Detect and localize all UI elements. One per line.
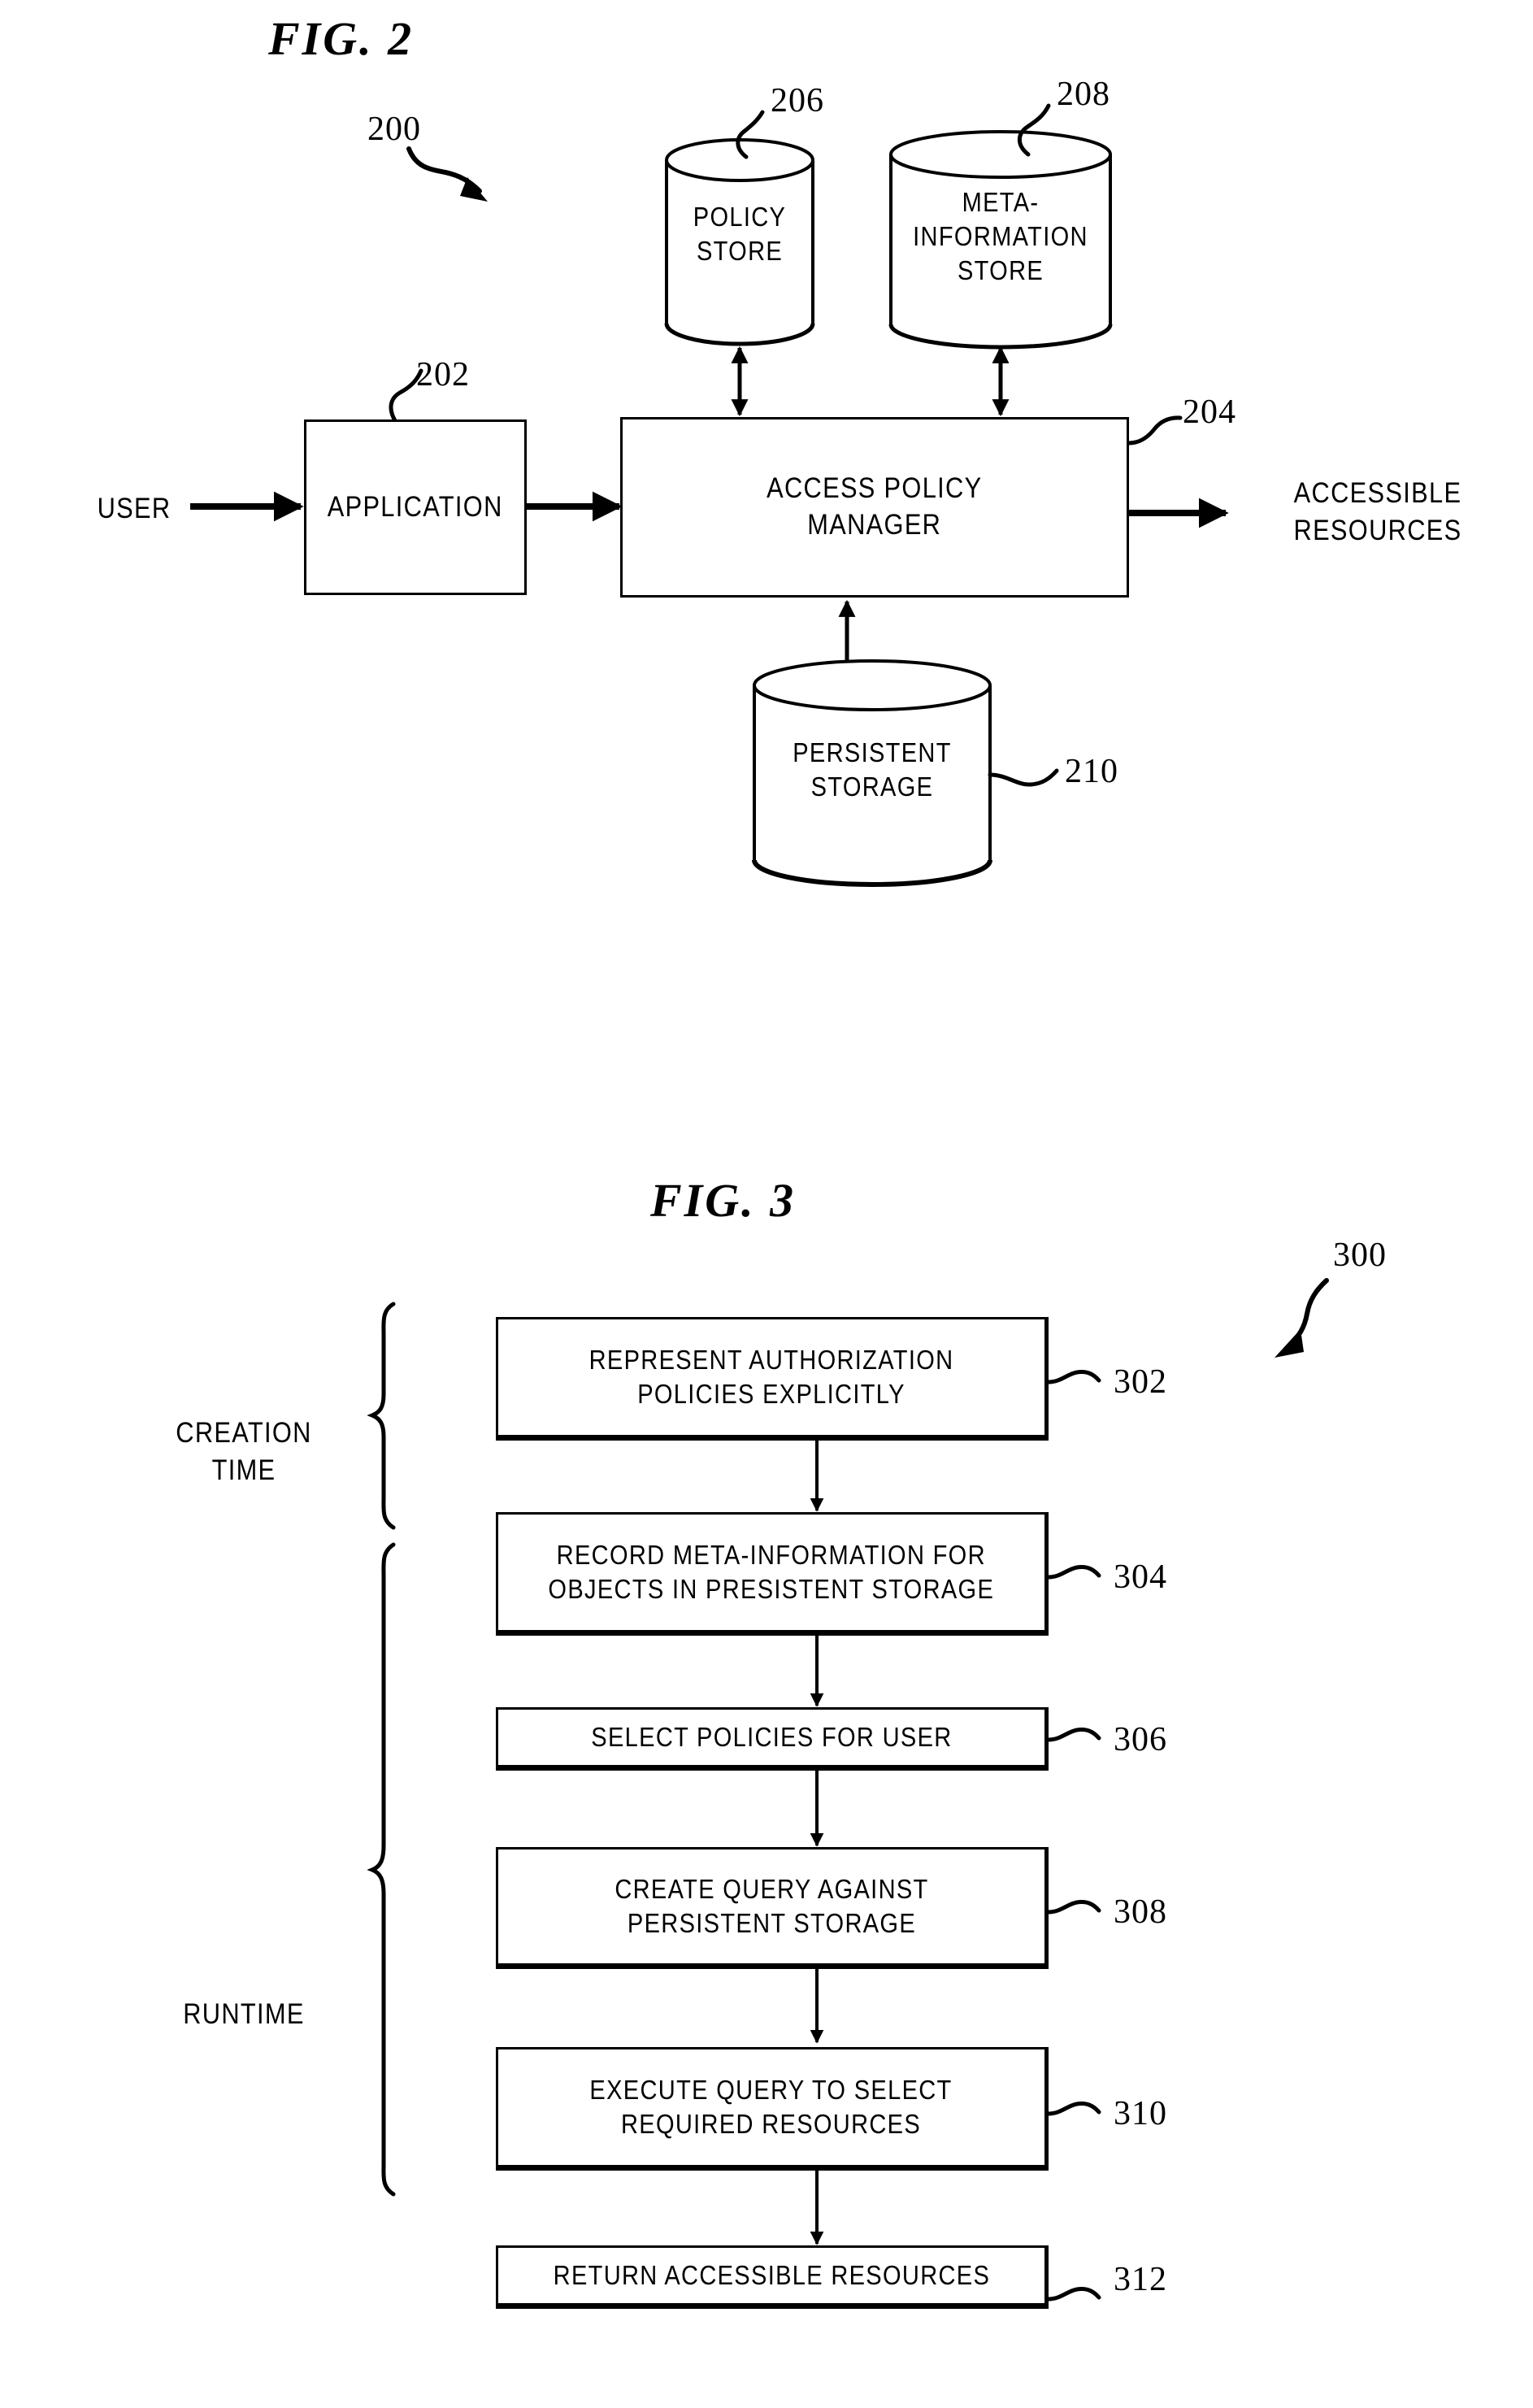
figure-2-reference-numeral: 200	[367, 111, 421, 148]
step-reference-numeral-310: 310	[1114, 2095, 1167, 2132]
step-reference-numeral-302: 302	[1114, 1363, 1167, 1401]
leader-306	[1046, 1728, 1101, 1742]
step-label-312: RETURN ACCESSIBLE RESOURCES	[553, 2259, 990, 2290]
step-box-306: SELECT POLICIES FOR USER	[496, 1707, 1049, 1771]
figure-3-title: FIG. 3	[650, 1174, 797, 1227]
step-box-304: RECORD META-INFORMATION FOR OBJECTS IN P…	[496, 1512, 1049, 1636]
leader-204	[1127, 415, 1183, 446]
application-label: APPLICATION	[328, 490, 503, 523]
step-label-302: REPRESENT AUTHORIZATION POLICIES EXPLICI…	[588, 1344, 954, 1409]
access-policy-manager-label: ACCESS POLICY MANAGER	[766, 472, 983, 541]
leader-210	[988, 768, 1059, 787]
step-label-310: EXECUTE QUERY TO SELECT REQUIRED RESOURC…	[589, 2074, 953, 2139]
leader-200	[406, 146, 488, 202]
step-label-304: RECORD META-INFORMATION FOR OBJECTS IN P…	[548, 1539, 995, 1604]
step-reference-numeral-304: 304	[1114, 1558, 1167, 1596]
step-label-306: SELECT POLICIES FOR USER	[590, 1721, 953, 1752]
leader-300	[1275, 1278, 1329, 1358]
leader-302	[1046, 1370, 1101, 1384]
step-reference-numeral-306: 306	[1114, 1721, 1167, 1758]
leader-308	[1046, 1900, 1101, 1915]
leader-304	[1046, 1565, 1101, 1580]
patent-drawing-sheet: FIG. 2 200 206 POLICY STORE 208 META- IN…	[0, 0, 1533, 2408]
meta-information-store-reference-numeral: 208	[1057, 76, 1110, 113]
access-policy-manager-box: ACCESS POLICY MANAGER	[620, 417, 1129, 598]
leader-312	[1046, 2287, 1101, 2302]
step-reference-numeral-308: 308	[1114, 1893, 1167, 1931]
step-label-308: CREATE QUERY AGAINST PERSISTENT STORAGE	[614, 1873, 929, 1938]
step-box-302: REPRESENT AUTHORIZATION POLICIES EXPLICI…	[496, 1317, 1049, 1441]
step-box-308: CREATE QUERY AGAINST PERSISTENT STORAGE	[496, 1847, 1049, 1969]
brace-runtime	[367, 1542, 396, 2197]
leader-208	[1017, 103, 1051, 157]
figure-2-title: FIG. 2	[268, 12, 415, 65]
phase-label-creation-time: CREATION TIME	[176, 1417, 312, 1486]
brace-creation-time	[367, 1302, 396, 1530]
meta-information-store-label: META- INFORMATION STORE	[913, 187, 1088, 286]
step-box-310: EXECUTE QUERY TO SELECT REQUIRED RESOURC…	[496, 2047, 1049, 2171]
phase-label-runtime: RUNTIME	[183, 1998, 305, 2030]
step-reference-numeral-312: 312	[1114, 2261, 1167, 2298]
persistent-storage-label: PERSISTENT STORAGE	[793, 737, 952, 802]
figure-3-reference-numeral: 300	[1333, 1237, 1387, 1274]
leader-206	[736, 110, 765, 159]
step-box-312: RETURN ACCESSIBLE RESOURCES	[496, 2245, 1049, 2309]
policy-store-label: POLICY STORE	[693, 202, 787, 267]
leader-310	[1046, 2102, 1101, 2116]
policy-store-reference-numeral: 206	[771, 82, 824, 120]
user-label: USER	[97, 493, 172, 524]
persistent-storage-reference-numeral: 210	[1065, 753, 1118, 790]
application-reference-numeral: 202	[416, 356, 470, 393]
accessible-resources-label: ACCESSIBLE RESOURCES	[1293, 477, 1462, 546]
application-box: APPLICATION	[304, 419, 527, 595]
access-policy-manager-reference-numeral: 204	[1183, 393, 1236, 431]
